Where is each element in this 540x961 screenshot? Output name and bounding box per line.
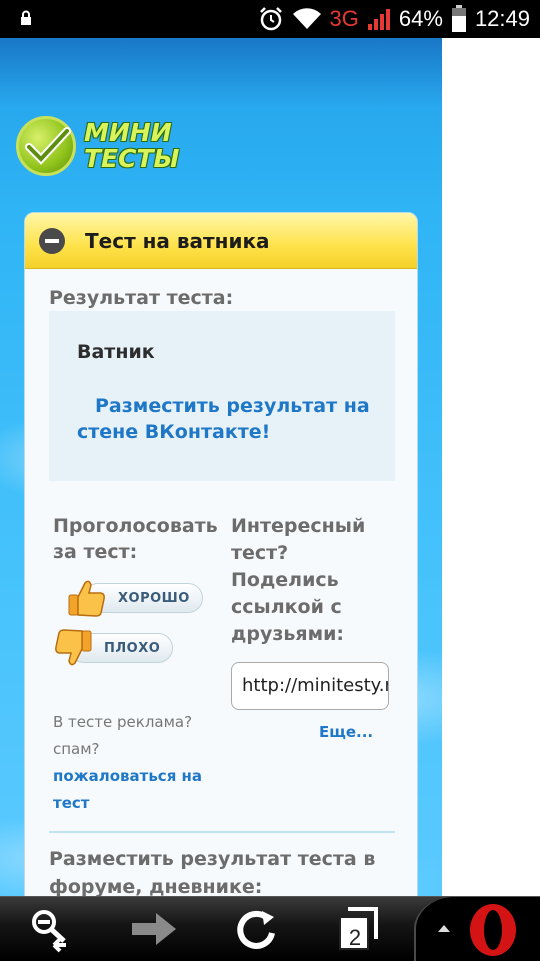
battery-icon [451, 5, 466, 32]
logo-text: МИНИ ТЕСТЫ [84, 120, 179, 172]
thumbs-down-icon [55, 629, 92, 666]
vote-good-button[interactable]: ХОРОШО [67, 575, 233, 621]
forward-arrow-icon[interactable] [126, 905, 182, 953]
reload-icon[interactable] [228, 905, 284, 953]
tabs-count: 2 [348, 925, 362, 950]
complain-section: В тесте реклама? спам? пожаловаться на т… [53, 709, 223, 817]
vote-section: Проголосовать за тест: ХОРОШО ПЛОХО [53, 513, 233, 671]
card-header[interactable]: Тест на ватника [25, 213, 417, 269]
complain-text: В тесте реклама? спам? [53, 713, 193, 758]
alarm-icon [259, 7, 282, 31]
share-vk-link[interactable]: Разместить результат на стене ВКонтакте! [77, 393, 377, 445]
opera-menu-button[interactable] [414, 897, 540, 961]
lock-icon [21, 10, 31, 25]
browser-toolbar: 2 [0, 896, 540, 961]
status-bar: 3G 64% 12:49 [0, 0, 540, 38]
result-name: Ватник [77, 341, 155, 363]
site-logo[interactable]: МИНИ ТЕСТЫ [16, 114, 186, 178]
logo-line-2: ТЕСТЫ [84, 144, 180, 173]
tabs-button[interactable]: 2 [330, 905, 386, 953]
vote-bad-button[interactable]: ПЛОХО [53, 625, 233, 671]
divider [49, 831, 395, 833]
complain-link[interactable]: пожаловаться на тест [53, 763, 223, 817]
blank-area [442, 38, 540, 896]
vote-title: Проголосовать за тест: [53, 515, 218, 563]
battery-percent: 64% [398, 6, 443, 31]
forum-share-title: Разместить результат теста в форуме, дне… [49, 848, 376, 896]
more-link[interactable]: Еще... [319, 723, 373, 741]
wifi-icon [292, 8, 321, 30]
collapse-icon[interactable] [39, 227, 65, 254]
clock: 12:49 [474, 6, 530, 31]
share-url-field[interactable]: http://minitesty.ru [231, 662, 389, 710]
result-box: Ватник Разместить результат на стене ВКо… [49, 311, 395, 481]
test-card: Тест на ватника Результат теста: Ватник … [24, 212, 418, 896]
network-type: 3G [329, 6, 359, 31]
share-section: Интересный тест? Поделись ссылкой с друз… [231, 513, 395, 741]
result-label: Результат теста: [49, 287, 234, 309]
share-title: Интересный тест? Поделись ссылкой с друз… [231, 515, 366, 645]
signal-icon [367, 9, 390, 30]
card-title: Тест на ватника [85, 228, 270, 253]
browser-viewport[interactable]: МИНИ ТЕСТЫ Тест на ватника Результат тес… [0, 38, 540, 896]
menu-up-arrow-icon [438, 925, 450, 932]
thumbs-up-icon [68, 580, 105, 617]
zoom-back-icon[interactable] [24, 905, 80, 953]
site-background: МИНИ ТЕСТЫ Тест на ватника Результат тес… [0, 38, 442, 896]
logo-line-1: МИНИ [84, 118, 172, 147]
checkmark-icon [16, 116, 76, 176]
opera-logo-icon [470, 904, 516, 956]
